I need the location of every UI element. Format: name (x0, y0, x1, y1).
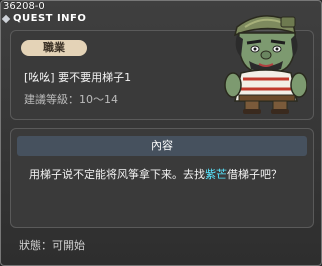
recommend-level: 建議等級：10～14 (24, 93, 118, 106)
job-badge: 職業 (21, 40, 87, 56)
content-panel: 內容 用梯子说不定能将风筝拿下来。去找紫芒借梯子吧？ (10, 128, 314, 228)
content-header: 內容 (17, 136, 307, 156)
npc-name-link[interactable]: 紫芒 (205, 168, 227, 181)
window-title: QUEST INFO (13, 13, 87, 24)
quest-info-window: 36208-0 QUEST INFO 職業 [吆吆] 要不要用梯子1 建議等級：… (0, 0, 322, 266)
diamond-icon (1, 14, 11, 24)
npc-portrait (224, 15, 307, 114)
description-text-after: 借梯子吧？ (227, 168, 282, 181)
description-text-before: 用梯子说不定能将风筝拿下来。去找 (29, 168, 205, 181)
quest-description: 用梯子说不定能将风筝拿下来。去找紫芒借梯子吧？ (29, 167, 305, 183)
quest-name: [吆吆] 要不要用梯子1 (24, 71, 132, 84)
quest-status: 狀態：可開始 (19, 239, 85, 252)
